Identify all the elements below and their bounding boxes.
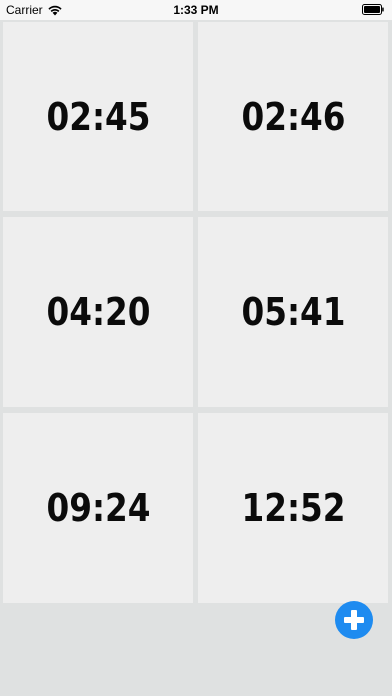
timer-value: 02:45 — [45, 94, 151, 139]
add-timer-button[interactable] — [335, 601, 373, 639]
timer-grid: 02:45 02:46 04:20 05:41 09:24 12:52 — [3, 22, 390, 603]
timer-value: 04:20 — [45, 290, 151, 334]
battery-icon — [362, 4, 384, 15]
timer-value: 02:46 — [240, 94, 346, 139]
timer-value: 12:52 — [240, 486, 346, 530]
timer-tile[interactable]: 04:20 — [3, 217, 193, 407]
timer-tile[interactable]: 02:46 — [198, 22, 388, 211]
timer-tile[interactable]: 02:45 — [3, 22, 193, 211]
plus-icon — [344, 610, 364, 630]
timer-tile[interactable]: 12:52 — [198, 413, 388, 603]
timer-value: 05:41 — [240, 290, 346, 334]
timer-tile[interactable]: 09:24 — [3, 413, 193, 603]
timer-value: 09:24 — [45, 486, 151, 530]
status-bar: Carrier 1:33 PM — [0, 0, 392, 20]
status-time: 1:33 PM — [173, 3, 219, 17]
timer-tile[interactable]: 05:41 — [198, 217, 388, 407]
